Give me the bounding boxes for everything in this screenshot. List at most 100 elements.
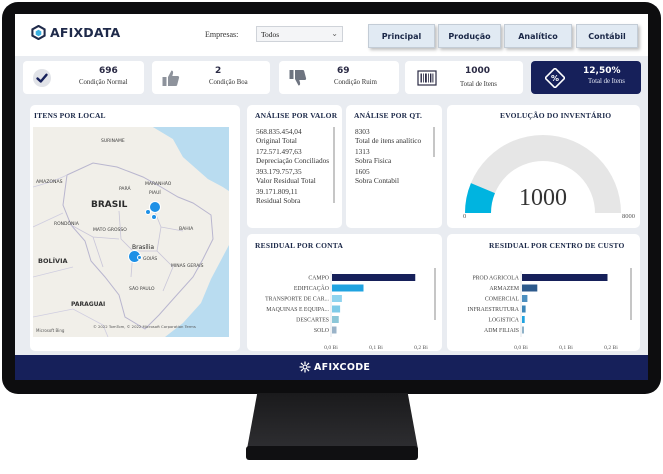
percent-icon: % [545, 68, 565, 88]
bar[interactable] [522, 316, 525, 323]
map-bubble[interactable] [151, 214, 157, 220]
qt-value: 1605 [355, 167, 370, 176]
empresa-filter-dropdown[interactable]: Todos ⌄ [256, 26, 343, 42]
bar-label: SOLO [314, 328, 329, 334]
thumbs-up-icon [162, 70, 180, 86]
empresa-filter-label: Empresas: [205, 30, 239, 39]
qt-label: Sobra Fisica [355, 156, 392, 165]
map-bubble[interactable] [137, 255, 142, 260]
brand-name: AFIXDATA [50, 25, 121, 40]
valor-label: Depreciação Conciliados [256, 156, 330, 165]
x-tick-label: 0,2 Bi [604, 345, 618, 351]
kpi-label: Condição Boa [209, 79, 248, 86]
map-label-sao-paulo: SÃO PAULO [129, 287, 155, 292]
tab-principal[interactable]: Principal [368, 24, 435, 48]
x-tick-label: 0,1 Bi [369, 345, 383, 351]
bar-label: LOGISTICA [488, 318, 519, 324]
qt-value: 8303 [355, 127, 370, 136]
bar-label: INFRAESTRUTURA [467, 307, 519, 313]
kpi-label: Condição Ruim [334, 79, 377, 86]
top-header: AFIXDATA Empresas: Todos ⌄ Principal Pro… [15, 14, 648, 56]
afixdata-logo-icon [31, 25, 46, 40]
residual-conta-panel: RESIDUAL POR CONTA CAMPO EDIFICAÇÃO TRANSP… [247, 234, 442, 351]
valor-value: 393.179.757,35 [256, 167, 302, 176]
footer-brand: AFIXCODE [314, 361, 371, 373]
bar-label: MAQUINAS E EQUIPA... [266, 307, 329, 313]
qt-row: 8303 Total de itens analítico [355, 127, 421, 145]
barcode-icon [417, 70, 437, 86]
afixcode-logo-icon [299, 361, 311, 373]
bar-label: CAMPO [308, 276, 329, 282]
bar-label: PROD AGRICOLA [472, 276, 519, 282]
kpi-value: 69 [337, 66, 350, 76]
itens-por-local-panel: ITENS POR LOCAL SURINAME AMAZONAS MARANH… [30, 105, 240, 351]
panel-title: ANÁLISE POR VALOR [255, 111, 338, 120]
x-tick-label: 0,0 Bi [324, 345, 338, 351]
scrollbar[interactable] [433, 127, 435, 157]
residual-centro-chart: PROD AGRICOLA ARMAZEM COMERCIAL INFRAESTRUT… [467, 271, 618, 351]
valor-value: 39.171.809,11 [256, 187, 298, 196]
bar[interactable] [332, 295, 342, 302]
bar[interactable] [332, 274, 416, 281]
qt-row: 1605 Sobra Contabil [355, 167, 399, 185]
x-tick-label: 0,2 Bi [414, 345, 428, 351]
valor-value: 172.571.497,63 [256, 147, 302, 156]
panel-title: ITENS POR LOCAL [34, 111, 106, 120]
valor-row: 39.171.809,11 Residual Sobra [256, 187, 300, 205]
map-label-maranhao: MARANHÃO [145, 182, 172, 187]
analise-valor-panel: ANÁLISE POR VALOR 568.835.454,04 Origina… [247, 105, 342, 228]
bar[interactable] [332, 326, 337, 334]
kpi-total-itens: 1000 Total de Itens [405, 61, 523, 94]
afixcode-logo: AFIXCODE [299, 361, 370, 373]
scrollbar[interactable] [630, 268, 632, 320]
scrollbar[interactable] [434, 268, 436, 320]
bar-label: DESCARTES [296, 318, 329, 324]
map-label-paraguai: PARAGUAI [71, 301, 106, 308]
map-label-bahia: BAHIA [179, 227, 194, 232]
bar[interactable] [332, 305, 341, 313]
map-label-brasil: BRASIL [91, 200, 128, 210]
kpi-value: 1000 [465, 66, 491, 76]
valor-row: 172.571.497,63 Depreciação Conciliados [256, 147, 329, 165]
bar[interactable] [332, 316, 339, 323]
kpi-percentual: % 12,50% Total de Itens [531, 61, 641, 94]
tab-producao[interactable]: Produção [438, 24, 501, 48]
map-label-mato-grosso: MATO GROSSO [93, 228, 127, 233]
gauge-min-label: 0 [463, 213, 467, 220]
qt-label: Sobra Contabil [355, 176, 399, 185]
scrollbar[interactable] [333, 127, 335, 203]
map-attribution: © 2022 TomTom, © 2022 Microsoft Corporat… [93, 324, 196, 329]
bar[interactable] [522, 295, 528, 302]
tab-analitico[interactable]: Analítico [504, 24, 572, 48]
chevron-down-icon: ⌄ [331, 29, 338, 38]
bar[interactable] [522, 326, 524, 334]
bing-logo: Microsoft Bing [36, 328, 65, 333]
bar-label: TRANSPORTE DE CAR... [265, 297, 329, 303]
thumbs-down-icon [289, 70, 307, 86]
gauge-max-label: 8000 [622, 213, 635, 220]
valor-value: 568.835.454,04 [256, 127, 302, 136]
gauge-value: 1000 [519, 185, 567, 211]
kpi-label: Total de Itens [460, 81, 497, 88]
map-label-bolivia: BOLÍVIA [38, 257, 68, 265]
qt-row: 1313 Sobra Fisica [355, 147, 391, 165]
map-label-minas-gerais: MINAS GERAIS [171, 264, 204, 269]
map-bubble[interactable] [145, 209, 151, 215]
map-view[interactable]: SURINAME AMAZONAS MARANHÃO PIAUÍ PARÁ BR… [33, 127, 229, 337]
x-tick-label: 0,0 Bi [514, 345, 528, 351]
bar[interactable] [332, 284, 364, 292]
panel-title: ANÁLISE POR QT. [354, 111, 423, 120]
valor-row: 393.179.757,35 Valor Residual Total [256, 167, 316, 185]
bar[interactable] [522, 305, 526, 313]
kpi-value: 12,50% [583, 66, 621, 76]
map-label-suriname: SURINAME [101, 139, 125, 144]
valor-row: 568.835.454,04 Original Total [256, 127, 302, 145]
evolucao-inventario-panel: EVOLUÇÃO DO INVENTÁRIO 1000 0 8000 [447, 105, 640, 228]
check-circle-icon [33, 69, 51, 87]
map-land [33, 127, 229, 337]
bar[interactable] [522, 274, 608, 281]
tab-contabil[interactable]: Contábil [576, 24, 638, 48]
residual-conta-chart: CAMPO EDIFICAÇÃO TRANSPORTE DE CAR... MAQUI… [265, 271, 428, 351]
bar-label: ARMAZEM [489, 286, 519, 292]
bar[interactable] [522, 284, 538, 292]
